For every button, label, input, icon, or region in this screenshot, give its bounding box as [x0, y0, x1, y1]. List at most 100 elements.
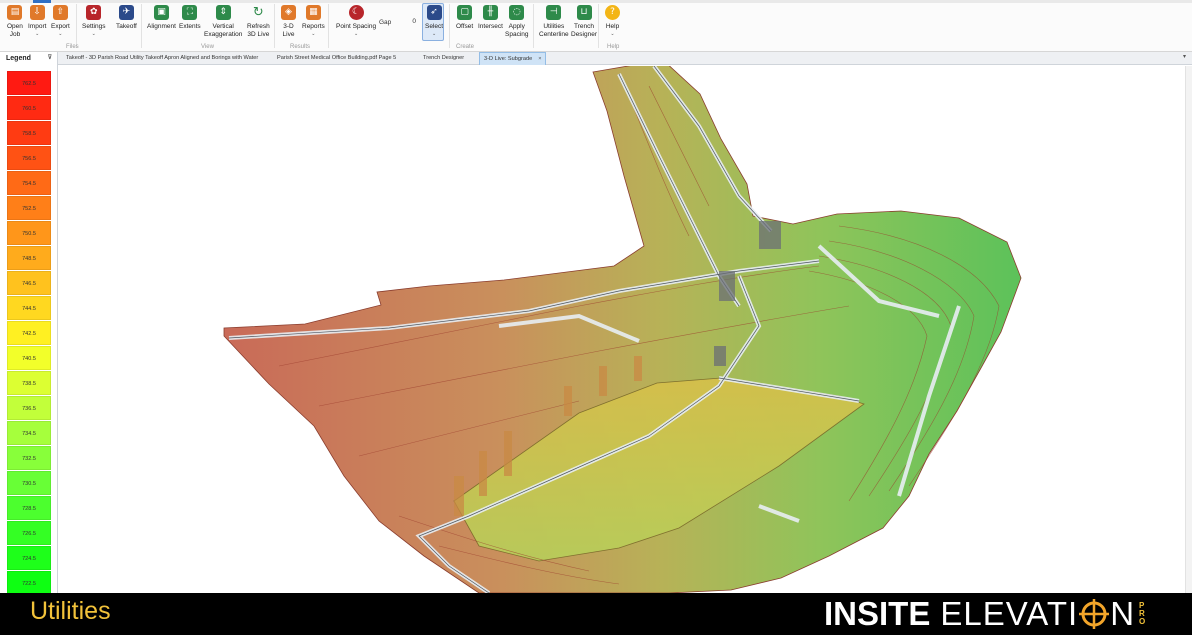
offset-button[interactable]: ▢ Offset	[456, 5, 473, 31]
brand-elevati: ELEVATI	[940, 595, 1079, 632]
insite-elevation-pro-logo: INSITE ELEVATI N P R O	[824, 595, 1146, 632]
chevron-down-icon: ⌄	[58, 30, 63, 37]
apply-spacing-label: Apply Spacing	[505, 23, 529, 38]
apply-spacing-button[interactable]: ◌ Apply Spacing	[505, 5, 529, 38]
legend-swatch: 756.5	[7, 146, 51, 170]
viewport-scrollbar[interactable]	[1185, 66, 1192, 593]
3d-live-label: 3-D Live	[282, 23, 295, 38]
tab-overflow-chevron-icon[interactable]: ▾	[1183, 53, 1186, 60]
elevation-legend: 762.5 760.5 758.5 756.5 754.5 752.5 750.5 748.5…	[0, 67, 58, 593]
legend-swatch: 728.5	[7, 496, 51, 520]
legend-swatch: 726.5	[7, 521, 51, 545]
tab-trench-designer[interactable]: Trench Designer	[419, 52, 468, 65]
import-button[interactable]: ⇩ Import ⌄	[28, 5, 46, 38]
help-icon: ?	[605, 5, 620, 20]
offset-icon: ▢	[457, 5, 473, 20]
intersect-button[interactable]: ╫ Intersect	[478, 5, 503, 31]
brand-pro-letter: O	[1139, 617, 1146, 626]
legend-swatch: 724.5	[7, 546, 51, 570]
refresh-3d-live-label: Refresh 3D Live	[247, 23, 270, 38]
folder-open-icon: ▤	[7, 5, 23, 20]
gap-stepper[interactable]: 0	[396, 16, 418, 28]
export-label: Export	[51, 23, 70, 30]
select-label: Select	[425, 23, 444, 30]
pin-icon[interactable]: ⊽	[48, 54, 52, 61]
point-spacing-label: Point Spacing	[336, 23, 377, 30]
point-spacing-button[interactable]: ☾ Point Spacing ⌄	[336, 5, 376, 38]
legend-swatch: 762.5	[7, 71, 51, 95]
settings-button[interactable]: ✿ Settings ⌄	[82, 5, 106, 38]
open-job-label: Open Job	[7, 23, 23, 38]
alignment-button[interactable]: ▣ Alignment	[147, 5, 176, 31]
plane-icon: ✈	[118, 5, 134, 20]
group-label-create: Create	[456, 44, 475, 50]
gear-icon: ✿	[86, 5, 102, 20]
vertical-exaggeration-icon: ⇕	[215, 5, 231, 20]
subgrade-surface-render[interactable]	[59, 66, 1185, 593]
chevron-down-icon: ⌄	[35, 30, 40, 37]
trench-icon: ⊔	[576, 5, 592, 20]
point-spacing-icon: ☾	[348, 5, 364, 20]
vertical-exaggeration-label: Vertical Exaggeration	[204, 23, 243, 38]
help-button[interactable]: ? Help ⌄	[605, 5, 620, 38]
video-caption-banner: Utilities INSITE ELEVATI N P R O	[0, 593, 1192, 635]
close-icon[interactable]: ×	[538, 56, 541, 62]
legend-swatch: 740.5	[7, 346, 51, 370]
reports-label: Reports	[302, 23, 325, 30]
legend-header: Legend ⊽	[0, 52, 58, 67]
3d-live-viewport[interactable]	[59, 66, 1185, 593]
group-label-view: View	[201, 44, 214, 50]
legend-swatch: 758.5	[7, 121, 51, 145]
export-icon: ⇧	[52, 5, 68, 20]
ribbon-separator	[449, 4, 450, 48]
home-tab-indicator[interactable]	[33, 0, 51, 3]
reports-button[interactable]: ▦ Reports ⌄	[302, 5, 325, 38]
legend-swatch: 736.5	[7, 396, 51, 420]
trench-designer-button[interactable]: ⊔ Trench Designer	[571, 5, 597, 38]
ribbon-separator	[274, 4, 275, 48]
extents-button[interactable]: ⛶ Extents	[179, 5, 201, 31]
alignment-icon: ▣	[153, 5, 169, 20]
brand-n: N	[1110, 595, 1136, 632]
refresh-3d-live-button[interactable]: ↻ Refresh 3D Live	[247, 5, 270, 38]
legend-title: Legend	[6, 55, 31, 62]
cube-icon: ◈	[281, 5, 296, 20]
extents-icon: ⛶	[182, 5, 198, 20]
caption-title: Utilities	[30, 597, 111, 625]
tab-3d-live-subgrade[interactable]: 3-D Live: Subgrade ×	[479, 52, 547, 65]
export-button[interactable]: ⇧ Export ⌄	[51, 5, 70, 38]
gap-label: Gap	[379, 19, 392, 26]
apply-spacing-icon: ◌	[509, 5, 525, 20]
legend-swatch: 742.5	[7, 321, 51, 345]
takeoff-label: Takeoff	[116, 23, 137, 30]
trench-designer-label: Trench Designer	[571, 23, 598, 38]
legend-swatch: 744.5	[7, 296, 51, 320]
legend-swatch: 760.5	[7, 96, 51, 120]
tab-medical-office-pdf[interactable]: Parish Street Medical Office Building.pd…	[273, 52, 400, 65]
tab-label: Trench Designer	[423, 55, 465, 61]
ribbon-toolbar: ▤ Open Job ⇩ Import ⌄ ⇧ Export ⌄ ✿ Setti…	[0, 0, 1192, 52]
legend-swatch: 748.5	[7, 246, 51, 270]
group-label-help: Help	[607, 44, 620, 50]
centerline-icon: ⊣	[546, 5, 562, 20]
tab-takeoff[interactable]: Takeoff - 3D Parish Road Utility Takeoff…	[62, 52, 262, 65]
legend-swatch: 754.5	[7, 171, 51, 195]
ribbon-separator	[598, 4, 599, 48]
legend-swatch: 722.5	[7, 571, 51, 593]
open-job-button[interactable]: ▤ Open Job	[7, 5, 23, 38]
utilities-centerline-button[interactable]: ⊣ Utilities Centerline	[539, 5, 569, 38]
ribbon-separator	[76, 4, 77, 48]
import-label: Import	[28, 23, 47, 30]
intersect-label: Intersect	[478, 23, 503, 30]
intersect-icon: ╫	[482, 5, 498, 20]
legend-swatch: 752.5	[7, 196, 51, 220]
tab-label: Takeoff - 3D Parish Road Utility Takeoff…	[66, 55, 259, 61]
vertical-exaggeration-button[interactable]: ⇕ Vertical Exaggeration	[204, 5, 242, 38]
takeoff-button[interactable]: ✈ Takeoff	[116, 5, 137, 31]
select-button[interactable]: ➶ Select ⌄	[425, 5, 443, 38]
3d-live-button[interactable]: ◈ 3-D Live	[281, 5, 296, 38]
ribbon-top-strip	[0, 0, 1192, 3]
legend-swatch: 750.5	[7, 221, 51, 245]
ribbon-separator	[141, 4, 142, 48]
group-label-results: Results	[290, 44, 311, 50]
